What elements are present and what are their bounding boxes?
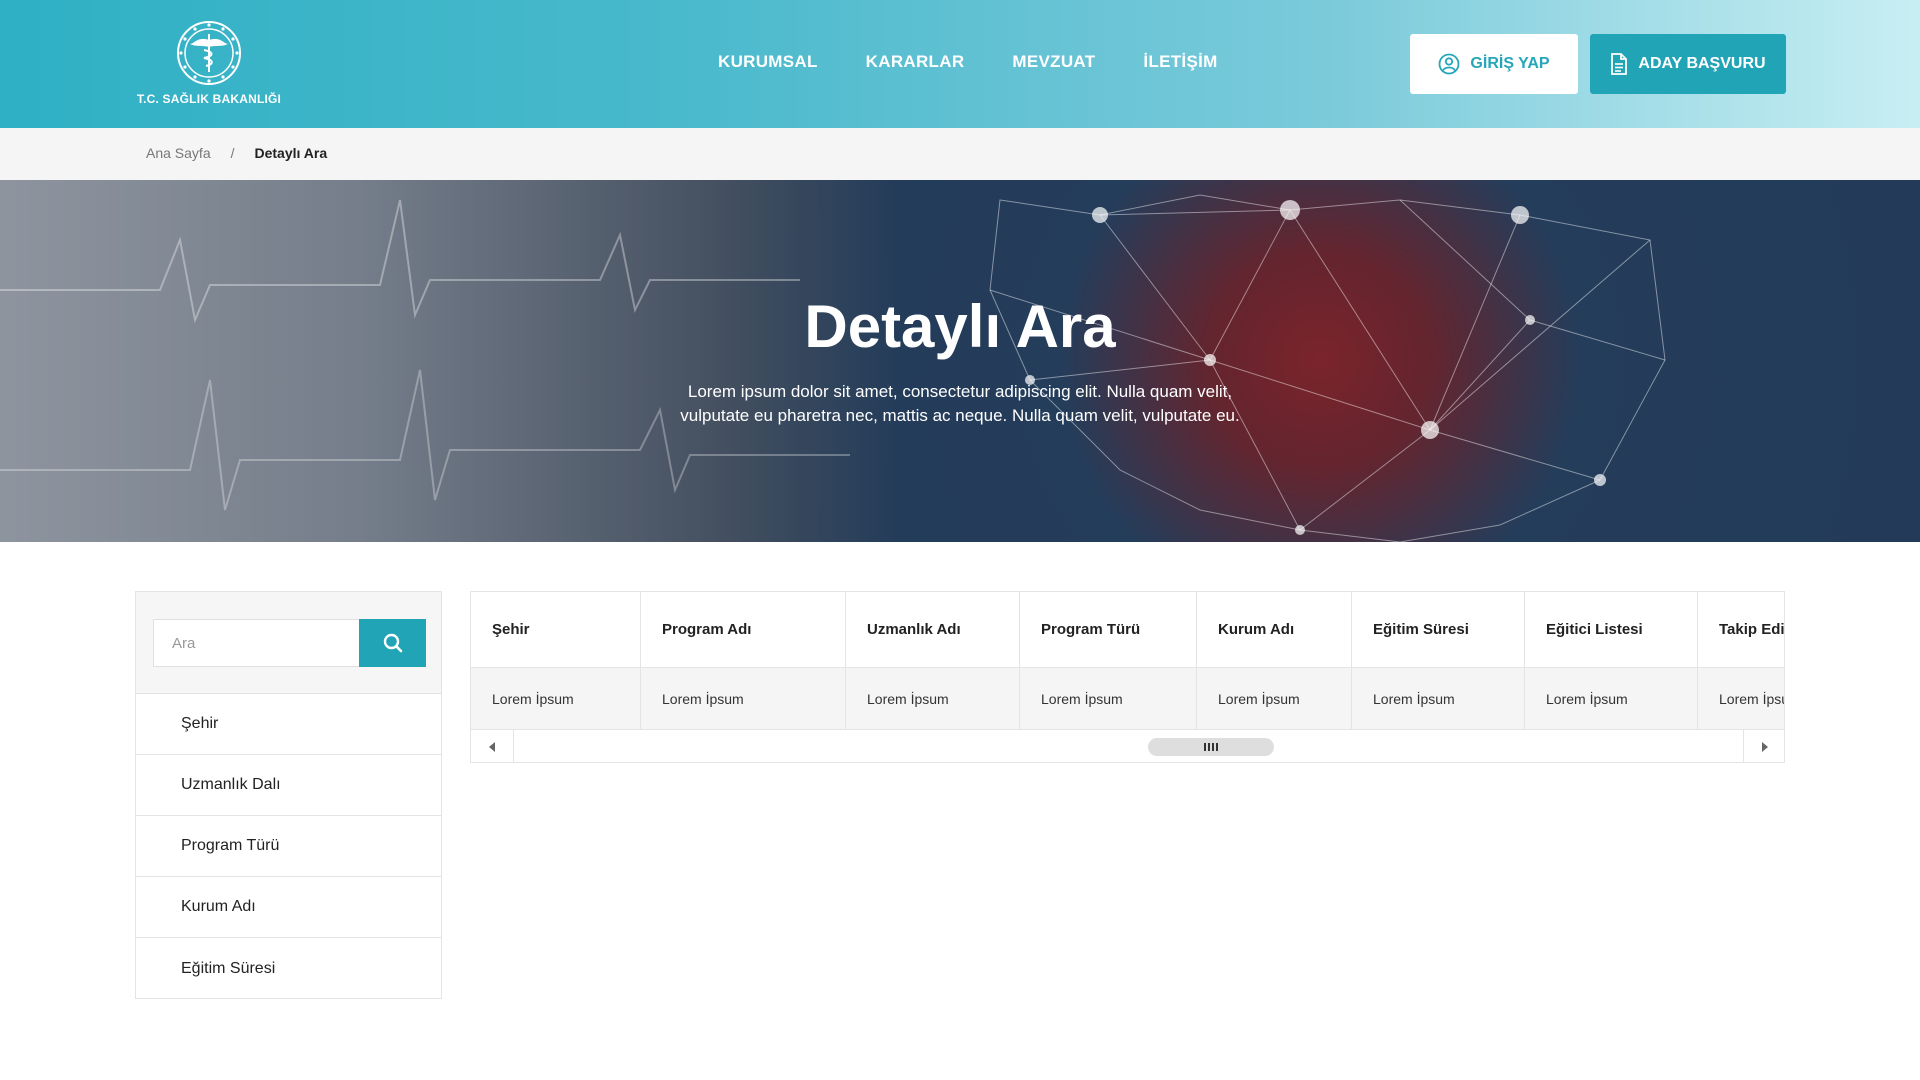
filter-item-uzmanlik-dali[interactable]: Uzmanlık Dalı	[136, 755, 441, 816]
scrollbar-thumb[interactable]	[1148, 738, 1274, 756]
table-cell: Lorem İpsum	[846, 668, 1020, 730]
column-header-program-turu[interactable]: Program Türü	[1020, 592, 1197, 668]
apply-button-label: ADAY BAŞVURU	[1638, 55, 1766, 72]
table-cell: Lorem İpsum	[1197, 668, 1352, 730]
table-header-row: Şehir Program Adı Uzmanlık Adı Program T…	[471, 592, 1784, 668]
nav-item-kararlar[interactable]: KARARLAR	[866, 52, 965, 72]
table-cell: Lorem İpsum	[641, 668, 846, 730]
scroll-left-button[interactable]	[471, 730, 514, 762]
column-header-takip-edilen[interactable]: Takip Edilen	[1698, 592, 1784, 668]
filter-item-program-turu[interactable]: Program Türü	[136, 816, 441, 877]
nav-item-mevzuat[interactable]: MEVZUAT	[1012, 52, 1095, 72]
breadcrumb-separator: /	[230, 145, 235, 161]
breadcrumb-current: Detaylı Ara	[254, 145, 328, 161]
table-cell: Lorem İpsum	[471, 668, 641, 730]
brand-name: T.C. SAĞLIK BAKANLIĞI	[136, 92, 282, 106]
caret-right-icon	[1762, 741, 1768, 752]
ministry-emblem-icon	[177, 21, 241, 85]
filter-search-area	[136, 592, 441, 694]
column-header-egitici-listesi[interactable]: Eğitici Listesi	[1525, 592, 1698, 668]
nav-item-iletisim[interactable]: İLETİŞİM	[1143, 52, 1217, 72]
search-input[interactable]	[153, 619, 359, 667]
table-cell: Lorem İpsum	[1352, 668, 1525, 730]
nav-item-kurumsal[interactable]: KURUMSAL	[718, 52, 818, 72]
column-header-egitim-suresi[interactable]: Eğitim Süresi	[1352, 592, 1525, 668]
site-header: T.C. SAĞLIK BAKANLIĞI KURUMSAL KARARLAR …	[0, 0, 1920, 128]
caret-left-icon	[489, 741, 495, 752]
table-cell: Lorem İpsum	[1020, 668, 1197, 730]
user-circle-icon	[1439, 53, 1460, 75]
column-header-kurum-adi[interactable]: Kurum Adı	[1197, 592, 1352, 668]
apply-button[interactable]: ADAY BAŞVURU	[1590, 34, 1786, 94]
page-title: Detaylı Ara	[804, 293, 1116, 360]
login-button[interactable]: GİRİŞ YAP	[1410, 34, 1578, 94]
horizontal-scrollbar[interactable]	[471, 730, 1784, 762]
login-button-label: GİRİŞ YAP	[1470, 55, 1550, 72]
table-cell: Lorem İpsum	[1525, 668, 1698, 730]
filter-item-sehir[interactable]: Şehir	[136, 694, 441, 755]
column-header-program-adi[interactable]: Program Adı	[641, 592, 846, 668]
table-cell: Lorem İpsum	[1698, 668, 1784, 730]
filter-panel: Şehir Uzmanlık Dalı Program Türü Kurum A…	[135, 591, 442, 999]
filter-item-kurum-adi[interactable]: Kurum Adı	[136, 877, 441, 938]
heartbeat-network-decoration	[0, 194, 1666, 542]
document-icon	[1611, 53, 1628, 75]
search-button[interactable]	[359, 619, 426, 667]
logo[interactable]: T.C. SAĞLIK BAKANLIĞI	[134, 20, 284, 106]
breadcrumb: Ana Sayfa / Detaylı Ara	[0, 128, 1920, 180]
results-table: Şehir Program Adı Uzmanlık Adı Program T…	[470, 591, 1785, 763]
main-nav: KURUMSAL KARARLAR MEVZUAT İLETİŞİM	[718, 52, 1266, 72]
column-header-sehir[interactable]: Şehir	[471, 592, 641, 668]
search-icon	[383, 633, 402, 653]
page-description: Lorem ipsum dolor sit amet, consectetur …	[680, 382, 1240, 425]
filter-item-egitim-suresi[interactable]: Eğitim Süresi	[136, 938, 441, 999]
table-row[interactable]: Lorem İpsum Lorem İpsum Lorem İpsum Lore…	[471, 668, 1784, 730]
breadcrumb-home-link[interactable]: Ana Sayfa	[146, 145, 211, 161]
hero-banner: Detaylı Ara Lorem ipsum dolor sit amet, …	[0, 180, 1920, 542]
scroll-right-button[interactable]	[1743, 730, 1784, 762]
column-header-uzmanlik-adi[interactable]: Uzmanlık Adı	[846, 592, 1020, 668]
